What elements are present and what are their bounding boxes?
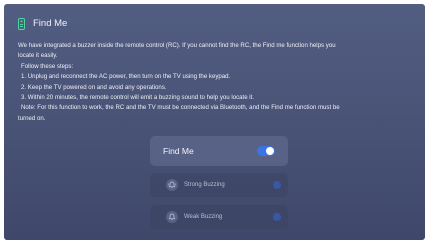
note-line-2: turned on. — [18, 114, 46, 122]
weak-buzzing-option[interactable]: Weak Buzzing — [150, 205, 288, 229]
find-me-screen: Find Me We have integrated a buzzer insi… — [4, 4, 425, 240]
bell-icon — [166, 211, 178, 223]
bell-ringing-icon — [166, 179, 178, 191]
intro-line-2: locate it easily. — [18, 52, 58, 60]
step-1: 1. Unplug and reconnect the AC power, th… — [21, 73, 231, 81]
toggle-knob — [266, 147, 274, 155]
strong-buzzing-radio[interactable] — [273, 181, 281, 189]
strong-buzzing-label: Strong Buzzing — [184, 182, 225, 188]
weak-buzzing-label: Weak Buzzing — [184, 214, 223, 220]
instructions-text: We have integrated a buzzer inside the r… — [18, 41, 418, 124]
remote-control-icon — [16, 18, 27, 30]
page-title: Find Me — [33, 18, 68, 29]
find-me-toggle-switch[interactable] — [257, 146, 275, 156]
step-3: 3. Within 20 minutes, the remote control… — [21, 94, 255, 102]
steps-heading: Follow these steps: — [21, 62, 74, 70]
note-line-1: Note: For this function to work, the RC … — [21, 104, 340, 112]
page-header: Find Me — [16, 17, 67, 31]
weak-buzzing-radio[interactable] — [273, 213, 281, 221]
find-me-toggle-label: Find Me — [163, 146, 194, 156]
intro-line-1: We have integrated a buzzer inside the r… — [18, 42, 336, 49]
strong-buzzing-option[interactable]: Strong Buzzing — [150, 173, 288, 197]
find-me-toggle-row[interactable]: Find Me — [150, 136, 288, 166]
step-2: 2. Keep the TV powered on and avoid any … — [21, 83, 167, 91]
